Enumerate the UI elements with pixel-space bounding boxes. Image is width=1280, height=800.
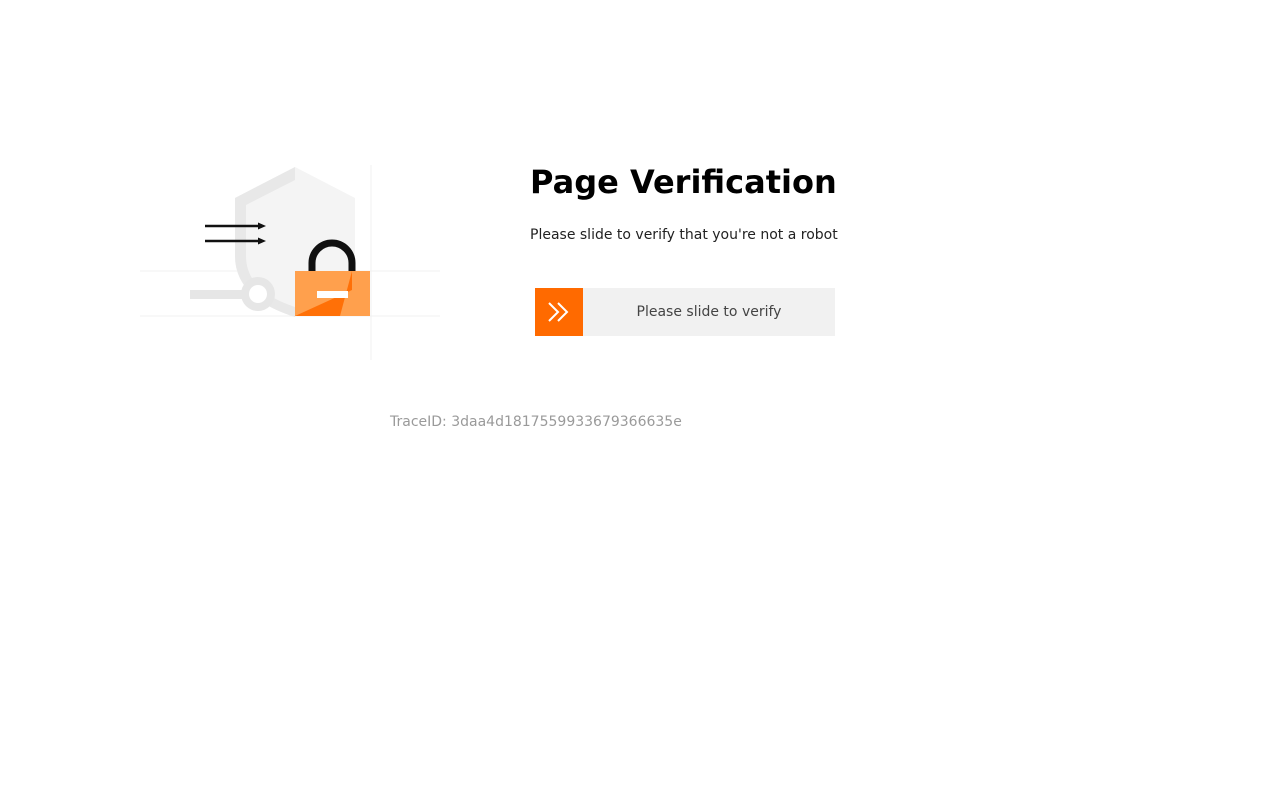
verification-page: Page Verification Please slide to verify… (0, 0, 1280, 800)
double-chevron-right-icon (535, 288, 583, 336)
key-icon (190, 277, 275, 311)
slide-verify-label: Please slide to verify (636, 304, 782, 320)
trace-id: TraceID: 3daa4d1817559933679366635e (390, 414, 682, 430)
page-title: Page Verification (530, 163, 837, 201)
slide-verify-handle[interactable] (535, 288, 583, 336)
page-subtitle: Please slide to verify that you're not a… (530, 227, 838, 243)
security-illustration (140, 165, 440, 360)
slide-verify-track[interactable]: Please slide to verify (535, 288, 835, 336)
